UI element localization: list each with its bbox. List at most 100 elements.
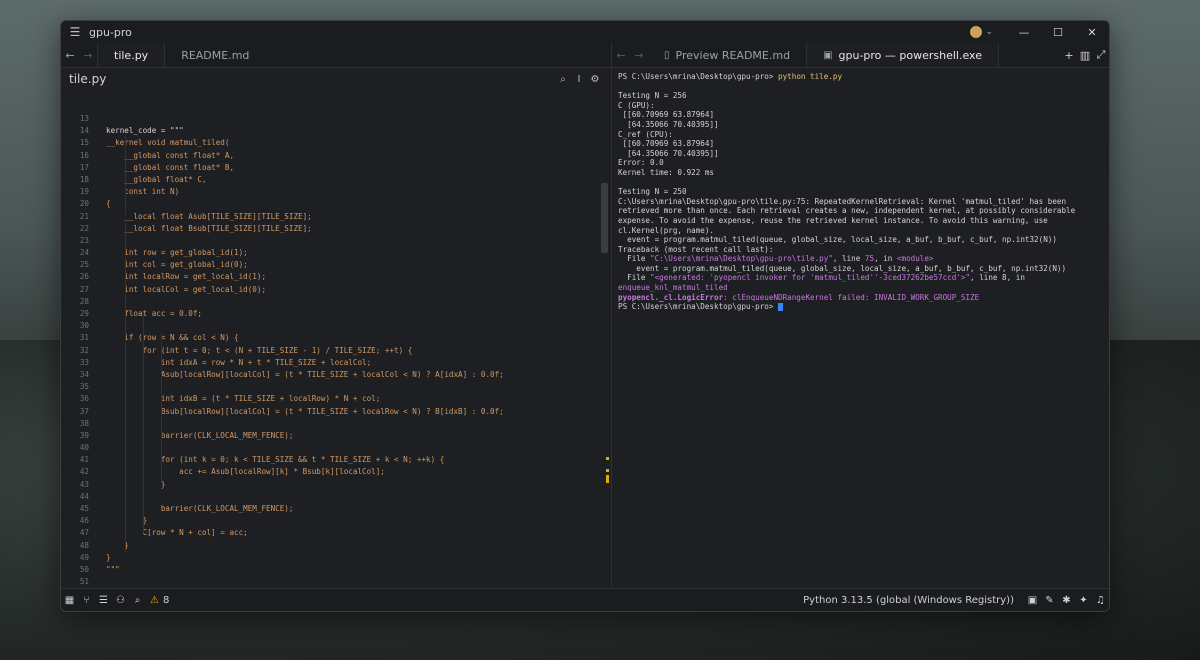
git-branch-icon[interactable]: ⑂ [78,595,95,606]
line-text: for (int k = 0; k < TILE_SIZE && t * TIL… [106,455,445,465]
outline-icon[interactable]: ☰ [95,595,112,606]
plus-icon[interactable]: + [1061,43,1077,67]
line-number: 35 [79,382,89,392]
line-number: 23 [79,235,89,245]
code-line: 40 [61,442,599,454]
code-line: 41 for (int k = 0; k < TILE_SIZE && t * … [61,454,599,466]
code-line: 14 kernel_code = """ [61,125,599,137]
terminal-line: C (GPU): [618,100,655,110]
code-line: 13 [61,113,599,125]
maximize-pane-icon[interactable]: ⤢ [1093,43,1109,67]
line-number: 33 [79,357,89,367]
editor-scrollbar[interactable] [599,113,611,589]
line-text: Bsub[localRow][localCol] = (t * TILE_SIZ… [106,406,504,416]
line-number: 44 [79,491,89,501]
layout-icon[interactable]: ▦ [61,595,78,606]
close-icon[interactable]: ✕ [1075,26,1109,39]
avatar[interactable] [970,26,983,38]
terminal-icon[interactable]: ▣ [1024,595,1041,606]
traceback-text: , line 8, in [970,273,1030,283]
ai-icon[interactable]: ✦ [1075,595,1092,606]
file-breadcrumb: tile.py ⌕ I ⚙ [61,68,611,90]
editor-tabbar: ← → tile.py README.md [61,43,611,68]
python-interpreter[interactable]: Python 3.13.5 (global (Windows Registry)… [803,595,1014,606]
maximize-icon[interactable]: ☐ [1041,26,1075,39]
traceback-func: enqueue_knl_matmul_tiled [618,283,728,293]
warning-marker [606,475,609,483]
code-line: 20 { [61,198,599,210]
scrollbar-thumb[interactable] [601,183,608,253]
search-icon[interactable]: ⌕ [129,595,146,606]
tab-readme-md[interactable]: README.md [165,43,265,67]
tab-tile-py[interactable]: tile.py [97,43,166,67]
forward-arrow-icon[interactable]: → [630,43,648,67]
notification-icon[interactable]: ♫ [1092,595,1109,606]
terminal-line: C:\Users\mrina\Desktop\gpu-pro\tile.py:7… [618,196,1080,235]
debug-icon[interactable]: ✱ [1058,595,1075,606]
terminal-pane: ← → ▯ Preview README.md ▣ gpu-pro — powe… [612,43,1109,589]
code-line: 37 Bsub[localRow][localCol] = (t * TILE_… [61,406,599,418]
terminal-line: Testing N = 250 [618,187,687,197]
tab-label: tile.py [114,48,149,62]
line-text: for (int t = 0; t < (N + TILE_SIZE - 1) … [106,345,413,355]
traceback-text: File [618,254,651,264]
line-text [106,491,599,503]
code-line: 25 int col = get_global_id(0); [61,259,599,271]
indent-guide [161,333,162,483]
file-title: tile.py [69,72,107,86]
chevron-down-icon[interactable]: ⌄ [985,27,993,37]
line-number: 42 [79,467,89,477]
terminal-command-line: PS C:\Users\mrina\Desktop\gpu-pro> pytho… [618,72,1103,82]
line-text: float acc = 0.0f; [106,309,203,318]
forward-arrow-icon[interactable]: → [79,43,97,67]
terminal-line: [64.35066 70.40395]] [618,119,719,129]
code-line: 29 float acc = 0.0f; [61,308,599,320]
collab-icon[interactable]: ⚇ [112,595,129,606]
line-text: __global float* C, [106,174,207,184]
terminal-line: C_ref (CPU): [618,129,673,139]
code-line: 45 barrier(CLK_LOCAL_MEM_FENCE); [61,503,599,515]
line-number: 51 [79,577,89,587]
command-text: python tile.py [778,72,843,81]
line-number: 43 [79,479,89,489]
traceback-code-line: event = program.matmul_tiled(queue, glob… [618,263,1067,273]
warning-icon[interactable]: ⚠ [146,595,163,606]
app-window: ☰ gpu-pro ⌄ — ☐ ✕ ← → tile.py README.md … [60,20,1110,612]
code-line: 49} [61,552,599,564]
split-pane-icon[interactable]: ▥ [1077,43,1093,67]
terminal-line: event = program.matmul_tiled(queue, glob… [618,235,1057,245]
menu-icon[interactable]: ☰ [61,25,89,39]
traceback-file-path: "C:\Users\mrina\Desktop\gpu-pro\tile.py" [650,254,833,264]
line-number: 17 [79,162,89,172]
code-editor[interactable]: 13 14 kernel_code = """ 15 __kernel void mat… [61,113,599,589]
line-number: 49 [79,552,89,562]
terminal-cursor [778,303,784,312]
text-cursor-icon[interactable]: I [571,74,587,85]
back-arrow-icon[interactable]: ← [612,43,630,67]
terminal-output[interactable]: PS C:\Users\mrina\Desktop\gpu-pro> pytho… [612,68,1109,316]
tab-preview-readme[interactable]: ▯ Preview README.md [648,43,806,67]
line-number: 34 [79,369,89,379]
terminal-line: [[60.70969 63.87964] [618,110,715,120]
code-line: 38 [61,418,599,430]
code-line: 43 } [61,479,599,491]
code-line: 27 int localCol = get_local_id(0); [61,284,599,296]
line-text: barrier(CLK_LOCAL_MEM_FENCE); [106,430,294,440]
back-arrow-icon[interactable]: ← [61,43,79,67]
chat-icon[interactable]: ✎ [1041,595,1058,606]
tab-label: README.md [181,48,250,62]
tab-powershell[interactable]: ▣ gpu-pro — powershell.exe [806,43,999,67]
status-bar: ▦ ⑂ ☰ ⚇ ⌕ ⚠ 8 Python 3.13.5 (global (Win… [61,588,1109,611]
search-icon[interactable]: ⌕ [555,74,571,85]
minimize-icon[interactable]: — [1007,26,1041,39]
line-text: __local float Asub[TILE_SIZE][TILE_SIZE]… [106,211,312,221]
line-text [106,296,599,308]
line-text: __local float Bsub[TILE_SIZE][TILE_SIZE]… [106,223,312,233]
warnings-count[interactable]: 8 [163,595,169,606]
line-text: int idxB = (t * TILE_SIZE + localRow) * … [106,394,381,404]
line-text: } [106,479,166,489]
settings-sliders-icon[interactable]: ⚙ [587,74,603,85]
line-number: 21 [79,211,89,221]
line-text: kernel_code = """ [106,126,184,136]
